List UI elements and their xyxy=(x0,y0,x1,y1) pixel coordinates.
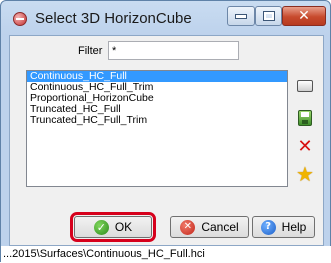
cancel-button[interactable]: ✕ Cancel xyxy=(170,216,249,238)
rename-icon xyxy=(297,80,313,92)
horizoncube-list[interactable]: Continuous_HC_Full Continuous_HC_Full_Tr… xyxy=(26,70,288,187)
maximize-icon xyxy=(262,11,275,21)
save-button[interactable] xyxy=(295,108,315,128)
filter-input[interactable] xyxy=(108,41,239,60)
help-button[interactable]: ? Help xyxy=(252,216,315,238)
maximize-button[interactable] xyxy=(255,6,282,26)
dialog-body: Filter Continuous_HC_Full Continuous_HC_… xyxy=(9,35,324,246)
ok-label: OK xyxy=(114,220,133,234)
minimize-icon xyxy=(235,13,247,19)
set-default-button[interactable]: ★ xyxy=(295,164,315,184)
list-item[interactable]: Truncated_HC_Full_Trim xyxy=(27,115,287,126)
ok-button[interactable]: ✓ OK xyxy=(70,212,156,242)
app-icon xyxy=(13,12,27,26)
file-path-text: ...2015\Surfaces\Continuous_HC_Full.hci xyxy=(1,246,331,263)
dialog-window: Select 3D HorizonCube ✕ Filter Continuou… xyxy=(0,0,331,263)
close-icon: ✕ xyxy=(298,8,310,24)
minimize-button[interactable] xyxy=(227,6,255,26)
rename-button[interactable] xyxy=(295,76,315,96)
title-bar[interactable]: Select 3D HorizonCube ✕ xyxy=(1,1,330,35)
window-title: Select 3D HorizonCube xyxy=(35,10,192,27)
checkmark-icon: ✓ xyxy=(93,219,109,235)
help-icon: ? xyxy=(260,219,276,235)
save-icon xyxy=(298,110,312,126)
delete-icon: ✕ xyxy=(297,136,313,157)
filter-label: Filter xyxy=(78,45,103,57)
delete-button[interactable]: ✕ xyxy=(295,137,315,157)
star-icon: ★ xyxy=(296,162,314,186)
cancel-label: Cancel xyxy=(201,220,239,234)
cancel-icon: ✕ xyxy=(180,219,196,235)
close-button[interactable]: ✕ xyxy=(282,6,326,26)
help-label: Help xyxy=(281,220,307,234)
